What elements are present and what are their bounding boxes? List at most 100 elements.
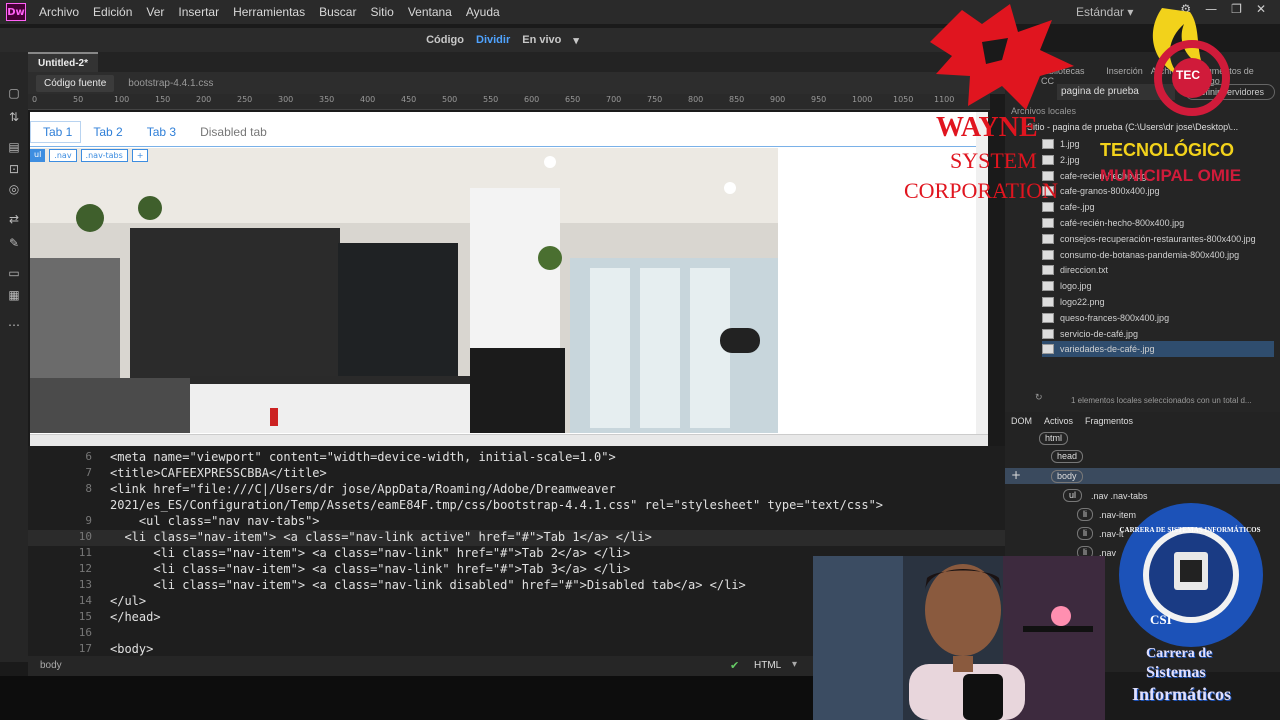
file-item[interactable]: variedades-de-café-.jpg [1042, 341, 1274, 358]
brush-icon[interactable]: ✎ [7, 236, 21, 250]
file-item[interactable]: queso-frances-800x400.jpg [1042, 310, 1169, 326]
tec-subtitle: MUNICIPAL OMIE [1100, 166, 1242, 185]
file-item[interactable]: consumo-de-botanas-pandemia-800x400.jpg [1042, 247, 1239, 263]
file-item[interactable]: direccion.txt [1042, 262, 1108, 278]
tag-ul[interactable]: ul [30, 149, 46, 162]
menu-edicion[interactable]: Edición [86, 5, 139, 19]
dom-node-html[interactable]: html [1039, 432, 1069, 445]
file-name: cafe-granos-800x400.jpg [1060, 186, 1160, 197]
dom-node-head[interactable]: head [1051, 450, 1084, 463]
live-view: Tab 1 Tab 2 Tab 3 Disabled tab ul .nav .… [30, 112, 988, 434]
menu-ayuda[interactable]: Ayuda [459, 5, 507, 19]
format-icon[interactable]: ⇄ [7, 212, 21, 226]
workspace-switcher[interactable]: Estándar ▾ [1076, 5, 1133, 19]
chevron-down-icon[interactable]: ▾ [792, 659, 797, 670]
nav-tab-disabled[interactable]: Disabled tab [188, 125, 279, 139]
ruler-tick: 250 [237, 95, 253, 104]
wayne-corporation: CORPORATION [904, 178, 1059, 203]
view-code-button[interactable]: Código [426, 34, 464, 46]
tab-assets[interactable]: Activos [1044, 416, 1073, 426]
wayne-title: WAYNE [936, 112, 1038, 143]
status-mode[interactable]: HTML [754, 660, 781, 671]
workspace-label: Estándar [1076, 5, 1125, 19]
document-tabs: Untitled-2* [28, 52, 1005, 72]
ruler-tick: 600 [524, 95, 540, 104]
file-icon[interactable]: ▢ [7, 86, 21, 100]
code-line[interactable]: <link href="file:///C|/Users/dr jose/App… [110, 482, 616, 496]
menu-ventana[interactable]: Ventana [401, 5, 459, 19]
file-item[interactable]: 2.jpg [1042, 152, 1080, 168]
tab-insert[interactable]: Inserción [1106, 66, 1143, 86]
dom-node-body[interactable]: body [1051, 470, 1083, 483]
file-item[interactable]: consejos-recuperación-restaurantes-800x4… [1042, 231, 1256, 247]
file-item[interactable]: logo.jpg [1042, 278, 1092, 294]
snippet-icon[interactable]: ▦ [7, 288, 21, 302]
live-view-options-icon[interactable]: ▤ [7, 140, 21, 154]
tag-class-nav-tabs[interactable]: .nav-tabs [80, 149, 128, 162]
code-line[interactable]: <li class="nav-item"> <a class="nav-link… [110, 530, 651, 544]
source-tab-main[interactable]: Código fuente [36, 74, 115, 92]
comment-icon[interactable]: ▭ [7, 266, 21, 280]
view-split-button[interactable]: Dividir [476, 34, 510, 46]
inspect-icon[interactable]: ⊡ [7, 162, 21, 176]
ruler-tick: 450 [401, 95, 417, 104]
source-tab-bootstrap[interactable]: bootstrap-4.4.1.css [120, 75, 221, 92]
menu-herramientas[interactable]: Herramientas [226, 5, 312, 19]
code-line[interactable]: <li class="nav-item"> <a class="nav-link… [110, 546, 630, 560]
file-name: direccion.txt [1060, 265, 1109, 276]
nav-selection-line [30, 146, 988, 147]
nav-tab-2[interactable]: Tab 2 [81, 125, 134, 139]
code-line[interactable]: 2021/es_ES/Configuration/Temp/Assets/eam… [110, 498, 883, 512]
more-icon[interactable]: ⋯ [7, 318, 21, 332]
menu-ver[interactable]: Ver [139, 5, 171, 19]
code-line[interactable]: <li class="nav-item"> <a class="nav-link… [110, 562, 630, 576]
refresh-icon[interactable]: ↻ [1035, 392, 1043, 403]
dom-node-li-2[interactable]: li [1077, 527, 1093, 540]
file-name: café-recién-hecho-800x400.jpg [1060, 218, 1185, 228]
nav-tab-1[interactable]: Tab 1 [30, 121, 82, 143]
menu-sitio[interactable]: Sitio [363, 5, 400, 19]
document-tab[interactable]: Untitled-2* [28, 52, 98, 72]
code-line[interactable]: <ul class="nav nav-tabs"> [110, 514, 320, 528]
tab-fragments[interactable]: Fragmentos [1085, 416, 1133, 426]
cafe-photo [30, 148, 778, 433]
dom-panel-tabs: DOM Activos Fragmentos [1011, 416, 1133, 426]
menu-archivo[interactable]: Archivo [32, 5, 86, 19]
image-file-icon [1042, 344, 1054, 355]
view-live-button[interactable]: En vivo [522, 34, 561, 46]
chevron-down-icon[interactable]: ▾ [573, 34, 579, 47]
tag-class-nav[interactable]: .nav [49, 149, 77, 162]
nav-tab-3[interactable]: Tab 3 [135, 125, 188, 139]
target-icon[interactable]: ◎ [7, 182, 21, 196]
add-icon[interactable]: + [1011, 468, 1021, 482]
tab-dom[interactable]: DOM [1011, 416, 1032, 426]
manage-files-icon[interactable]: ⇅ [7, 110, 21, 124]
dom-node-li[interactable]: li [1077, 508, 1093, 521]
code-line[interactable]: <title>CAFEEXPRESSCBBA</title> [110, 466, 327, 480]
ruler-tick: 800 [688, 95, 704, 104]
image-file-icon [1042, 297, 1054, 307]
status-tag[interactable]: body [40, 660, 62, 671]
add-class-button[interactable]: + [131, 149, 149, 162]
code-line[interactable]: </ul> [110, 594, 146, 608]
code-line[interactable]: <body> [110, 642, 153, 656]
code-line[interactable]: <meta name="viewport" content="width=dev… [110, 450, 616, 464]
menu-insertar[interactable]: Insertar [171, 5, 226, 19]
menu-buscar[interactable]: Buscar [312, 5, 363, 19]
tag-selector: ul .nav .nav-tabs + [30, 149, 149, 162]
ruler-tick: 50 [73, 95, 84, 104]
file-item[interactable]: 1.jpg [1042, 136, 1080, 152]
ruler-tick: 400 [360, 95, 376, 104]
file-item[interactable]: café-recién-hecho-800x400.jpg [1042, 215, 1184, 231]
live-view-horizontal-scrollbar[interactable] [30, 434, 988, 446]
code-line[interactable]: <li class="nav-item"> <a class="nav-link… [110, 578, 745, 592]
file-item[interactable]: logo22.png [1042, 294, 1105, 310]
ruler-tick: 200 [196, 95, 212, 104]
ruler-tick: 350 [319, 95, 335, 104]
file-name: queso-frances-800x400.jpg [1060, 312, 1170, 323]
file-item[interactable]: servicio-de-café.jpg [1042, 326, 1138, 342]
code-line[interactable]: </head> [110, 610, 161, 624]
close-icon[interactable]: ✕ [1256, 2, 1266, 16]
dom-node-ul[interactable]: ul [1063, 489, 1083, 502]
file-name: cafe-.jpg [1060, 202, 1095, 213]
